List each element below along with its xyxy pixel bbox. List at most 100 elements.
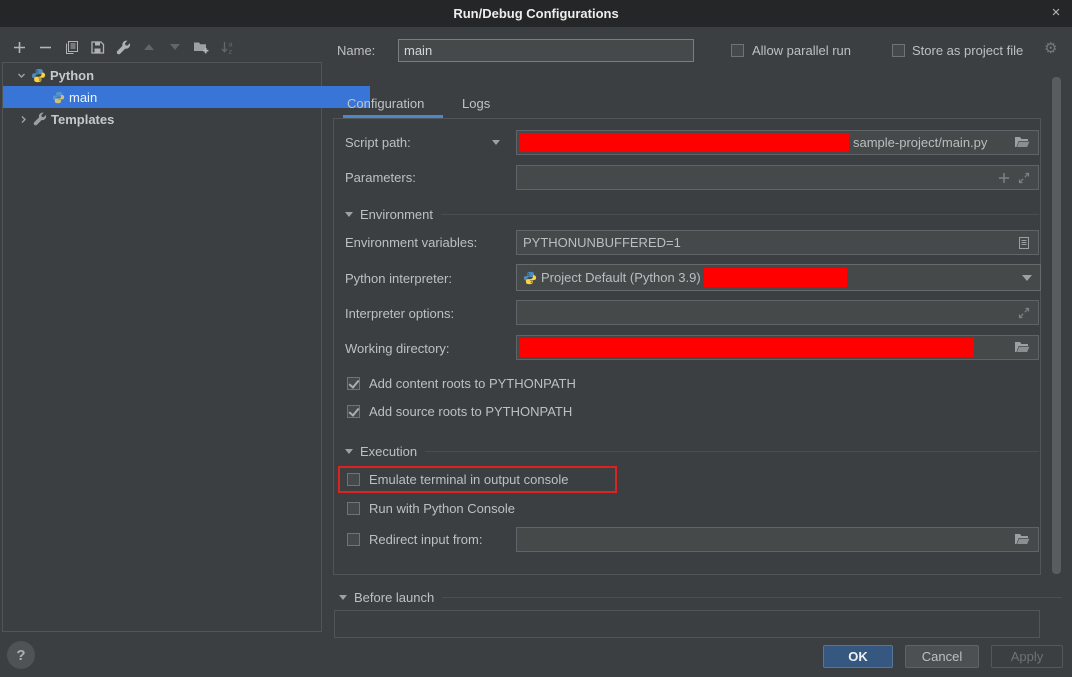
python-logo-icon [523, 271, 537, 285]
add-source-roots-checkbox[interactable] [347, 405, 360, 418]
svg-text:z: z [228, 49, 232, 55]
allow-parallel-run-checkbox[interactable] [731, 44, 744, 57]
close-icon[interactable]: × [1044, 0, 1068, 27]
python-interpreter-value: Project Default (Python 3.9) [537, 270, 701, 285]
tree-item-templates[interactable]: Templates [3, 108, 336, 130]
copy-configuration-button[interactable] [63, 39, 79, 55]
configurations-toolbar: az [11, 38, 235, 56]
before-launch-section-header[interactable]: Before launch [339, 589, 1062, 605]
section-title: Environment [360, 207, 433, 222]
sort-az-icon: az [220, 40, 235, 55]
add-content-roots-label: Add content roots to PYTHONPATH [369, 376, 576, 392]
expand-icon[interactable] [1018, 307, 1030, 319]
python-interpreter-dropdown[interactable]: Project Default (Python 3.9) [516, 264, 1041, 291]
expand-icon[interactable] [1018, 172, 1030, 184]
script-path-value: sample-project/main.py [849, 135, 987, 150]
configurations-tree: Python main Templates [2, 62, 322, 632]
environment-section-header[interactable]: Environment [345, 206, 1039, 222]
ok-button[interactable]: OK [823, 645, 893, 668]
folder-plus-icon [193, 40, 209, 55]
run-debug-configurations-dialog: Run/Debug Configurations × [0, 0, 1072, 677]
tab-configuration[interactable]: Configuration [347, 96, 424, 111]
interpreter-options-label: Interpreter options: [345, 306, 454, 322]
new-folder-button[interactable] [193, 39, 209, 55]
save-configuration-button[interactable] [89, 39, 105, 55]
section-divider [425, 451, 1039, 452]
environment-variables-value: PYTHONUNBUFFERED=1 [519, 235, 681, 250]
execution-section-header[interactable]: Execution [345, 443, 1039, 459]
move-up-button[interactable] [141, 39, 157, 55]
chevron-down-icon[interactable] [16, 71, 26, 80]
folder-icon[interactable] [1014, 136, 1030, 149]
emulate-terminal-label: Emulate terminal in output console [369, 472, 568, 488]
redirect-input-checkbox[interactable] [347, 533, 360, 546]
section-title: Before launch [354, 590, 434, 605]
parameters-field[interactable] [516, 165, 1039, 190]
interpreter-options-field[interactable] [516, 300, 1039, 325]
before-launch-panel [334, 610, 1040, 638]
plus-icon [12, 40, 27, 55]
apply-button[interactable]: Apply [991, 645, 1063, 668]
tree-item-python[interactable]: Python [3, 64, 334, 86]
working-directory-label: Working directory: [345, 341, 450, 357]
run-with-python-console-checkbox[interactable] [347, 502, 360, 515]
folder-icon[interactable] [1014, 341, 1030, 354]
collapse-triangle-icon[interactable] [339, 595, 347, 600]
cancel-button[interactable]: Cancel [905, 645, 979, 668]
folder-icon[interactable] [1014, 533, 1030, 546]
tree-item-label: Python [50, 68, 94, 83]
tree-item-label: main [69, 90, 97, 105]
python-logo-icon [31, 68, 46, 83]
script-path-label: Script path: [345, 135, 411, 151]
collapse-triangle-icon[interactable] [345, 212, 353, 217]
edit-templates-button[interactable] [115, 39, 131, 55]
dialog-title: Run/Debug Configurations [0, 0, 1072, 27]
emulate-terminal-checkbox[interactable] [347, 473, 360, 486]
chevron-right-icon[interactable] [18, 115, 28, 124]
tree-item-main-selected[interactable]: main [3, 86, 370, 108]
section-divider [442, 597, 1062, 598]
environment-variables-field[interactable]: PYTHONUNBUFFERED=1 [516, 230, 1039, 255]
add-configuration-button[interactable] [11, 39, 27, 55]
environment-variables-label: Environment variables: [345, 235, 477, 251]
wrench-icon [33, 112, 47, 126]
store-as-project-file-label: Store as project file [912, 43, 1023, 59]
python-logo-icon [52, 91, 65, 104]
move-down-button[interactable] [167, 39, 183, 55]
add-source-roots-label: Add source roots to PYTHONPATH [369, 404, 572, 420]
redirect-input-label: Redirect input from: [369, 532, 482, 548]
title-bar: Run/Debug Configurations × [0, 0, 1072, 27]
name-label: Name: [337, 43, 375, 59]
allow-parallel-run-label: Allow parallel run [752, 43, 851, 59]
remove-configuration-button[interactable] [37, 39, 53, 55]
triangle-down-icon [170, 44, 180, 50]
add-content-roots-checkbox[interactable] [347, 377, 360, 390]
browse-variables-icon[interactable] [1018, 236, 1030, 250]
script-path-dropdown-icon[interactable] [492, 140, 500, 145]
svg-text:a: a [228, 41, 232, 48]
minus-icon [38, 40, 53, 55]
working-directory-field[interactable] [516, 335, 1039, 360]
script-path-field[interactable]: sample-project/main.py [516, 130, 1039, 155]
triangle-up-icon [144, 44, 154, 50]
store-as-project-file-checkbox[interactable] [892, 44, 905, 57]
wrench-icon [116, 40, 131, 55]
sort-configurations-button[interactable]: az [219, 39, 235, 55]
add-icon[interactable] [998, 172, 1010, 184]
save-icon [90, 40, 105, 55]
name-input[interactable] [398, 39, 694, 62]
gear-icon[interactable]: ⚙ [1044, 41, 1057, 57]
redaction-block [519, 133, 849, 152]
redaction-block [519, 338, 974, 357]
help-button[interactable]: ? [7, 641, 35, 669]
vertical-scrollbar-thumb[interactable] [1052, 77, 1061, 574]
run-with-python-console-label: Run with Python Console [369, 501, 515, 517]
chevron-down-icon[interactable] [1022, 275, 1032, 281]
tab-logs[interactable]: Logs [462, 96, 490, 111]
parameters-label: Parameters: [345, 170, 416, 186]
section-divider [441, 214, 1039, 215]
copy-icon [64, 40, 79, 55]
collapse-triangle-icon[interactable] [345, 449, 353, 454]
section-title: Execution [360, 444, 417, 459]
redirect-input-field[interactable] [516, 527, 1039, 552]
